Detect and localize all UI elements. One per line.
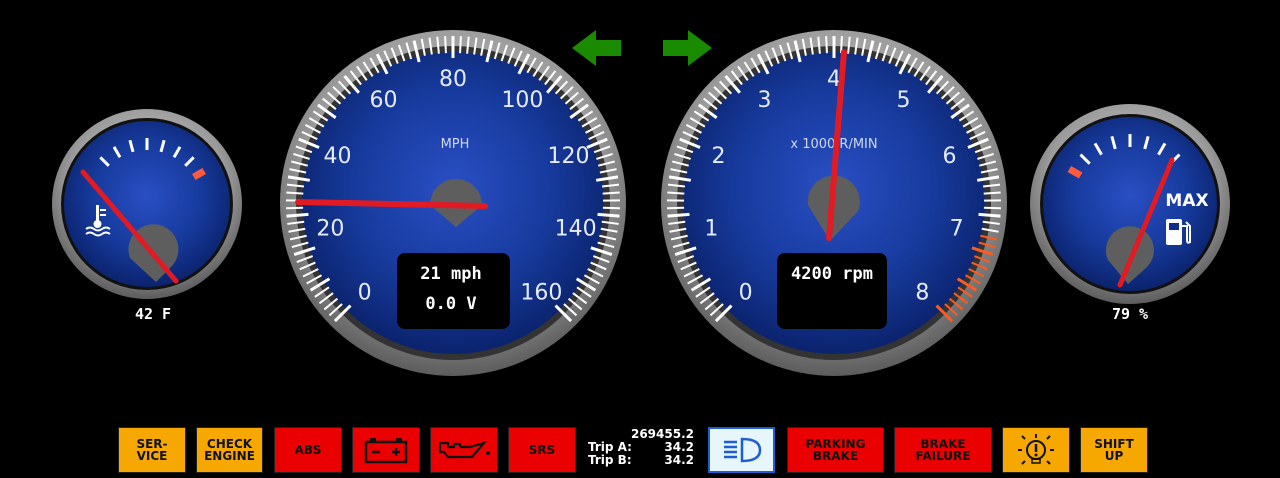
- odometer: 269455.2 Trip A: 34.2 Trip B: 34.2: [588, 428, 694, 474]
- check-engine-lamp-label: CHECK ENGINE: [204, 437, 255, 463]
- shift-up-lamp: SHIFT UP: [1080, 427, 1148, 473]
- fuel-max-label: MAX: [1165, 191, 1208, 211]
- fuel-gauge: MAX: [1030, 104, 1230, 304]
- parking-brake-lamp-label: PARKING BRAKE: [805, 437, 866, 463]
- battery-lamp: [352, 427, 420, 473]
- check-engine-lamp: CHECK ENGINE: [196, 427, 263, 473]
- voltage-readout: 0.0 V: [425, 294, 476, 314]
- speed-readout: 21 mph: [420, 264, 481, 284]
- tick-mark: [667, 206, 685, 210]
- tick-mark: [286, 212, 309, 218]
- trip-b-label: Trip B:: [588, 453, 632, 467]
- tick-mark: [667, 212, 690, 218]
- tick-label: 0: [739, 280, 753, 305]
- tachometer: 012345678 x 1000 R/MIN 4200 rpm: [661, 30, 1007, 376]
- fuel-pump-icon: [1166, 219, 1191, 245]
- tick-label: 5: [896, 88, 910, 113]
- tick-mark: [602, 191, 620, 195]
- brake-failure-lamp: BRAKE FAILURE: [894, 427, 992, 473]
- tick-label: 160: [520, 280, 562, 305]
- oil-lamp: [430, 427, 498, 473]
- tick-label: 3: [758, 88, 772, 113]
- tick-label: 100: [501, 88, 543, 113]
- tick-label: 60: [370, 88, 398, 113]
- tick-label: 120: [547, 144, 589, 169]
- tick-mark: [286, 206, 304, 210]
- tick-label: 7: [950, 216, 964, 241]
- temperature-gauge: [52, 109, 242, 299]
- abs-lamp: ABS: [274, 427, 342, 473]
- speed-needle: [295, 199, 488, 209]
- tick-label: 20: [316, 216, 344, 241]
- shift-up-lamp-label: SHIFT UP: [1094, 437, 1134, 463]
- tick-mark: [444, 36, 447, 54]
- dashboard: 42 F 020406080100120140160 MPH 21 mph 0.…: [52, 30, 1230, 376]
- tick-label: 2: [712, 144, 726, 169]
- headlight-lamp: [708, 427, 775, 473]
- tick-label: 1: [704, 216, 718, 241]
- bulb-warning-lamp: [1002, 427, 1070, 473]
- tick-mark: [286, 191, 304, 195]
- srs-lamp-label: SRS: [528, 443, 556, 457]
- parking-brake-lamp: PARKING BRAKE: [787, 427, 884, 473]
- tick-mark: [978, 212, 1001, 218]
- left-arrow-icon: [572, 30, 621, 66]
- tick-mark: [667, 191, 685, 195]
- tick-mark: [459, 36, 462, 54]
- tick-label: 8: [915, 280, 929, 305]
- tick-mark: [825, 36, 828, 54]
- tick-mark: [597, 212, 620, 218]
- headlight-icon: [723, 437, 761, 463]
- speedometer: 0 20 40 60 80 100 120 140 160 MPH 21 mph 0.0 V: [280, 30, 626, 376]
- speed-unit-label: MPH: [441, 137, 470, 152]
- temperature-readout: 42 F: [135, 305, 171, 323]
- battery-icon: [364, 438, 408, 464]
- tick-mark: [602, 206, 620, 210]
- tick-mark: [983, 206, 1001, 210]
- trip-b-value: 34.2: [664, 453, 694, 467]
- tick-label: 6: [942, 144, 956, 169]
- service-lamp-label: SER- VICE: [136, 437, 168, 463]
- tick-label: 40: [324, 144, 352, 169]
- abs-lamp-label: ABS: [294, 443, 322, 457]
- service-lamp: SER- VICE: [118, 427, 186, 473]
- tick-label: 0: [358, 280, 372, 305]
- brake-failure-lamp-label: BRAKE FAILURE: [915, 437, 971, 463]
- tick-label: 80: [439, 67, 467, 92]
- tick-label: 140: [555, 216, 597, 241]
- oil-can-icon: [438, 440, 490, 459]
- fuel-readout: 79 %: [1112, 305, 1148, 323]
- bulb-warning-icon: [1018, 434, 1054, 465]
- rpm-readout: 4200 rpm: [791, 264, 873, 284]
- srs-lamp: SRS: [508, 427, 576, 473]
- right-arrow-icon: [663, 30, 712, 66]
- tick-mark: [983, 191, 1001, 195]
